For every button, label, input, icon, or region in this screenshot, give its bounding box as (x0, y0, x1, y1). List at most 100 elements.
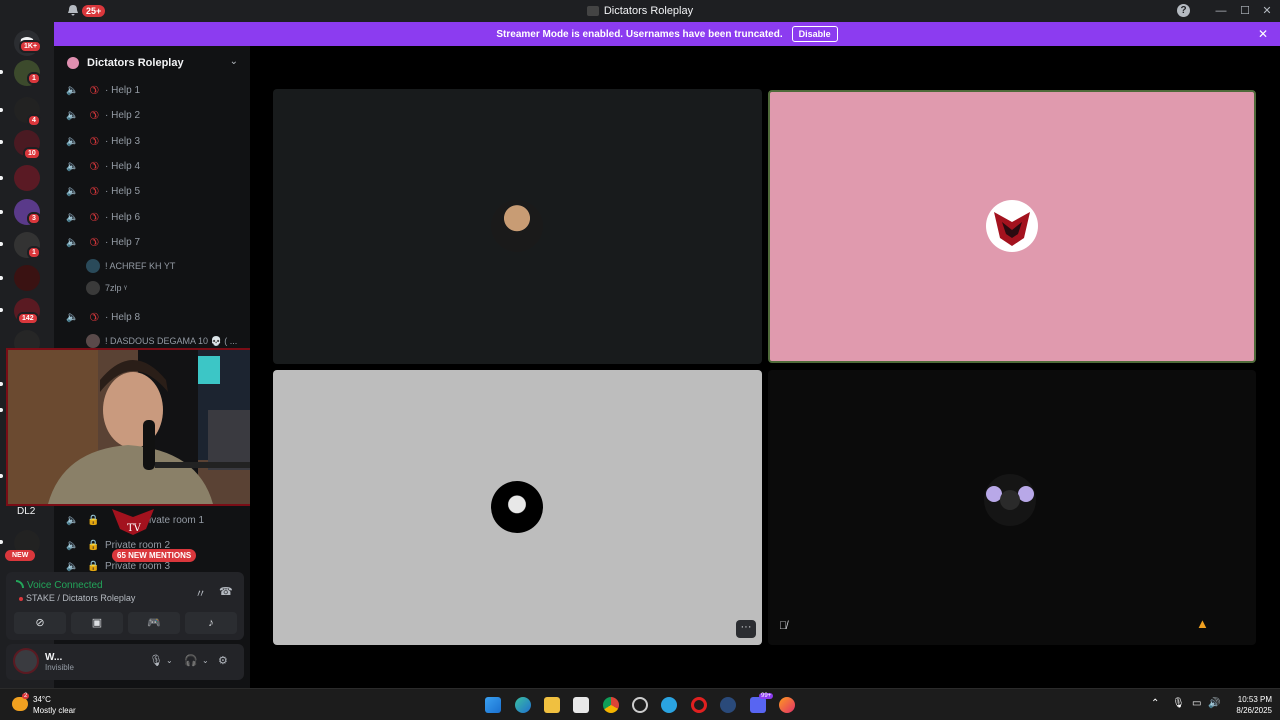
taskbar: 2 34°C Mostly clear 99+ ⌃ 🎙 ▭ 🔊 10:53 PM… (0, 688, 1280, 720)
unread-pill (0, 210, 3, 214)
store-icon[interactable] (573, 697, 589, 713)
channel-label: · Help 2 (105, 109, 141, 121)
weather-icon[interactable] (12, 697, 28, 711)
speaker-icon: 🔈 (66, 211, 79, 223)
unread-pill (0, 108, 3, 112)
unread-pill (0, 242, 3, 246)
guild-badge: 1 (27, 72, 41, 85)
more-options-button[interactable]: ··· (736, 620, 756, 638)
server-mini-icon (586, 6, 599, 17)
user-status: Invisible (45, 663, 74, 672)
unread-pill (0, 176, 3, 180)
live-dot-icon (19, 596, 23, 601)
channel-label: · Help 8 (105, 311, 141, 323)
clock[interactable]: 10:53 PM 8/26/2025 (1222, 694, 1272, 716)
unread-pill (0, 276, 3, 280)
muted-microphone-icon: 🎙̸ (779, 620, 788, 632)
chevron-up-icon[interactable]: ⌃ (1151, 698, 1159, 709)
speaker-icon: 🔈 (66, 539, 79, 551)
channel-label: Private room 3 (105, 560, 171, 572)
camera-off-button[interactable]: ⊘ (14, 612, 66, 634)
voice-member[interactable]: ! ACHREF KH YT (86, 257, 175, 275)
file-explorer-icon[interactable] (544, 697, 560, 713)
banner-close-icon[interactable]: ✕ (1258, 27, 1268, 41)
lock-icon: 🔒 (87, 560, 100, 572)
guild-badge: 1K+ (19, 40, 43, 53)
window-title: Dictators Roleplay (0, 5, 1280, 17)
guild-badge: 4 (27, 114, 41, 127)
noise-suppression-icon[interactable]: 〃 (195, 585, 206, 601)
gear-icon[interactable]: ⚙ (218, 654, 228, 667)
clock-date: 8/26/2025 (1236, 706, 1272, 715)
discord-icon[interactable] (750, 697, 766, 713)
speaker-icon: 🔈 (66, 185, 79, 197)
video-tile[interactable] (273, 89, 762, 364)
new-badge[interactable]: NEW (5, 550, 36, 561)
channel-label: · Help 5 (105, 185, 141, 197)
voice-channel-link[interactable]: STAKE / Dictators Roleplay (19, 593, 135, 603)
opera-icon[interactable] (691, 697, 707, 713)
help-icon[interactable]: ? (1177, 4, 1190, 17)
chevron-down-icon[interactable]: ⌄ (230, 56, 238, 67)
guild-icon[interactable] (14, 165, 40, 191)
avatar (86, 334, 100, 348)
voice-channel-help-8[interactable]: 🔈 ✆ · Help 8 (66, 307, 140, 327)
avatar (491, 200, 543, 252)
disable-streamer-mode-button[interactable]: Disable (791, 26, 838, 42)
disconnect-icon[interactable]: ☎ (219, 585, 233, 598)
voice-member[interactable]: 7zlp ᵞ (86, 279, 127, 297)
channel-label: · Help 7 (105, 236, 141, 248)
close-window-button[interactable]: ✕ (1258, 2, 1276, 20)
start-icon[interactable] (485, 697, 501, 713)
avatar (86, 281, 100, 295)
weather-badge: 2 (22, 693, 30, 699)
voice-connection-panel: Voice Connected STAKE / Dictators Rolepl… (6, 572, 244, 640)
clock-time: 10:53 PM (1237, 695, 1272, 704)
fire-icon: ▲ (1196, 616, 1209, 631)
telegram-icon[interactable] (661, 697, 677, 713)
app-icon[interactable] (632, 697, 648, 713)
voice-channel-help-6[interactable]: 🔈 ✆ · Help 6 (66, 207, 140, 227)
edge-icon[interactable] (515, 697, 531, 713)
webcam-overlay (6, 348, 260, 506)
chrome-icon[interactable] (603, 697, 619, 713)
soundboard-button[interactable]: ♪ (185, 612, 237, 634)
guild-badge: 3 (27, 212, 41, 225)
server-header[interactable]: Dictators Roleplay ⌄ (54, 46, 250, 80)
microphone-icon[interactable]: 🎙 (149, 654, 163, 667)
volume-icon[interactable]: 🔊 (1208, 698, 1220, 709)
voice-channel-help-3[interactable]: 🔈 ✆ · Help 3 (66, 131, 140, 151)
voice-channel-help-7[interactable]: 🔈 ✆ · Help 7 (66, 232, 140, 252)
avatar[interactable] (13, 648, 39, 674)
screen-share-button[interactable]: ▣ (71, 612, 123, 634)
video-tile-speaking[interactable] (768, 90, 1256, 363)
channel-label: · Help 4 (105, 160, 141, 172)
chevron-down-icon[interactable]: ⌄ (202, 656, 209, 665)
phone-icon: ✆ (86, 182, 102, 198)
chevron-down-icon[interactable]: ⌄ (166, 656, 173, 665)
maximize-button[interactable]: ☐ (1236, 2, 1254, 20)
video-tile[interactable]: ··· (273, 370, 762, 645)
new-mentions-badge[interactable]: 65 NEW MENTIONS (112, 549, 197, 562)
voice-channel-help-1[interactable]: 🔈 ✆ · Help 1 (66, 80, 140, 100)
title-bar: 25+ Dictators Roleplay ? — ☐ ✕ (0, 0, 1280, 22)
minimize-button[interactable]: — (1212, 2, 1230, 20)
video-tile[interactable]: 🎙̸ ▲ (768, 370, 1256, 645)
temperature: 34°C (33, 695, 51, 704)
headphones-icon[interactable]: 🎧 (184, 654, 198, 667)
unread-pill (0, 474, 3, 478)
guild-icon[interactable] (14, 265, 40, 291)
channel-label: · Help 3 (105, 135, 141, 147)
unread-pill (0, 70, 3, 74)
network-icon[interactable]: ▭ (1192, 698, 1201, 709)
firefox-icon[interactable] (779, 697, 795, 713)
unread-pill (0, 408, 3, 412)
speaker-icon: 🔈 (66, 514, 79, 526)
voice-channel-help-4[interactable]: 🔈 ✆ · Help 4 (66, 156, 140, 176)
microphone-icon[interactable]: 🎙 (1172, 698, 1185, 709)
activity-button[interactable]: 🎮 (128, 612, 180, 634)
voice-channel-help-2[interactable]: 🔈 ✆ · Help 2 (66, 105, 140, 125)
voice-channel-help-5[interactable]: 🔈 ✆ · Help 5 (66, 181, 140, 201)
steam-icon[interactable] (720, 697, 736, 713)
phone-icon: ✆ (86, 208, 102, 224)
